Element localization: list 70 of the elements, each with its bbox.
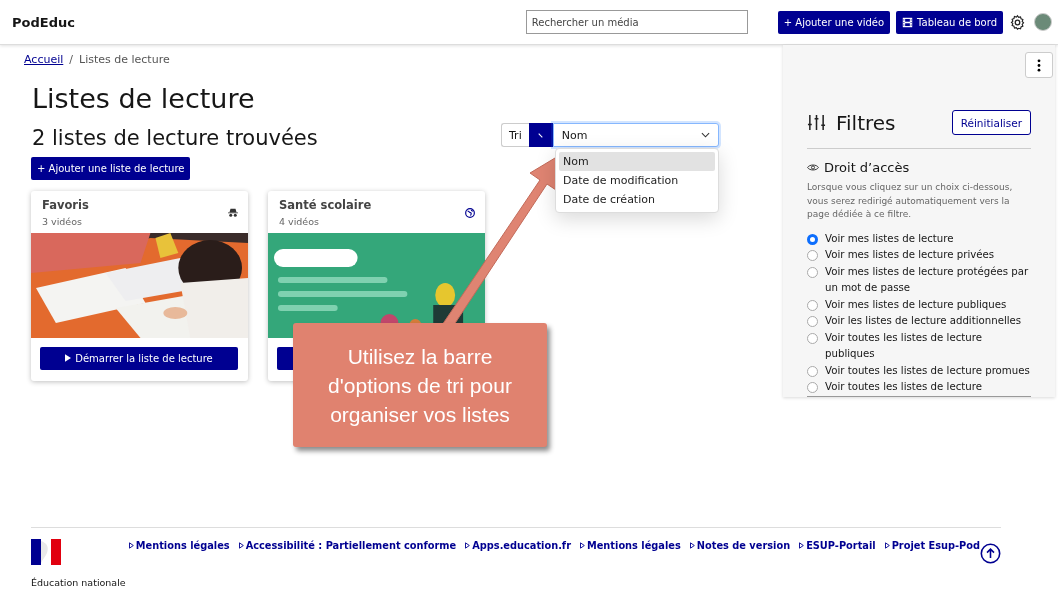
more-options-button[interactable]: [1025, 52, 1053, 78]
filter-option[interactable]: Voir mes listes de lecture protégées par un mot de passe: [825, 263, 1031, 297]
add-playlist-button[interactable]: + Ajouter une liste de lecture: [31, 156, 191, 180]
dropdown-option[interactable]: Date de création: [559, 190, 715, 210]
more-icon: [1037, 58, 1041, 72]
footer-link[interactable]: Mentions légales: [579, 540, 681, 551]
video-count: 3 vidéos: [42, 216, 83, 228]
radio-button[interactable]: [807, 365, 818, 377]
sort-direction-button[interactable]: [528, 123, 553, 148]
radio-button[interactable]: [807, 250, 818, 261]
radio-button[interactable]: [807, 382, 818, 393]
settings-icon[interactable]: [1009, 13, 1026, 31]
card-title[interactable]: Santé scolaire: [279, 198, 372, 213]
video-count: 4 vidéos: [279, 216, 320, 228]
radio-button[interactable]: [807, 332, 818, 344]
filter-option[interactable]: Voir mes listes de lecture: [825, 230, 954, 247]
footer-link[interactable]: Accessibilité : Partiellement conforme: [238, 540, 457, 551]
globe-icon: [465, 207, 475, 218]
add-video-button[interactable]: + Ajouter une vidéo: [777, 10, 891, 34]
results-count: 2 listes de lecture trouvées: [32, 126, 319, 152]
breadcrumb-link[interactable]: Accueil: [24, 53, 64, 66]
triangle-icon: [465, 542, 471, 549]
section-title: Droit d’accès: [824, 160, 910, 175]
incognito-icon: [228, 207, 238, 218]
breadcrumb-current: Listes de lecture: [79, 53, 170, 66]
filter-option[interactable]: Voir mes listes de lecture privées: [825, 247, 995, 264]
marianne-logo: [31, 537, 61, 567]
ministry-name: Éducation nationale: [31, 577, 127, 588]
breadcrumb-separator: /: [69, 53, 73, 66]
start-playlist-button[interactable]: Démarrer la liste de lecture: [40, 346, 238, 370]
chevron-down-icon: [700, 132, 710, 139]
dropdown-option[interactable]: Nom: [559, 152, 715, 172]
filters-title: Filtres: [836, 110, 896, 135]
triangle-icon: [884, 542, 890, 549]
back-to-top-button[interactable]: [980, 543, 1001, 564]
reset-button[interactable]: Réinitialiser: [951, 110, 1031, 135]
radio-button[interactable]: [807, 299, 818, 311]
eye-icon: [807, 163, 819, 172]
footer-link[interactable]: Projet Esup-Pod: [884, 540, 980, 551]
hint-tooltip: Utilisez la barre d'options de tri pour organiser vos listes: [293, 323, 547, 447]
filter-option[interactable]: Voir les listes de lecture additionnelles: [825, 313, 1022, 330]
footer-link[interactable]: ESUP-Portail: [799, 540, 876, 551]
play-icon: [65, 354, 72, 363]
radio-button[interactable]: [807, 316, 818, 327]
filter-option[interactable]: Voir toutes les listes de lecture: [825, 379, 982, 396]
sort-label: Tri: [501, 123, 529, 148]
triangle-icon: [238, 542, 244, 549]
filter-option[interactable]: Voir toutes les listes de lecture promues: [825, 362, 1030, 379]
film-icon: [902, 16, 914, 28]
card-title[interactable]: Favoris: [42, 198, 89, 213]
triangle-icon: [128, 542, 134, 549]
radio-button[interactable]: [807, 266, 818, 278]
page-title: Listes de lecture: [32, 83, 256, 116]
filter-description: Lorsque vous cliquez sur un choix ci-dessous, vous serez redirigé automatiquement vers la page dédiée à ce filtre.: [807, 181, 1014, 221]
triangle-icon: [799, 542, 805, 549]
filter-option[interactable]: Voir toutes les listes de lecture publiques: [825, 329, 1031, 363]
filter-option[interactable]: Voir mes listes de lecture publiques: [825, 296, 1007, 313]
sort-select[interactable]: Nom: [552, 123, 719, 148]
footer-link[interactable]: Notes de version: [689, 540, 791, 551]
user-avatar[interactable]: [1034, 13, 1052, 31]
footer-link[interactable]: Apps.education.fr: [465, 540, 571, 551]
triangle-icon: [579, 542, 585, 549]
sliders-icon: [807, 113, 826, 132]
footer-link[interactable]: Mentions légales: [128, 540, 230, 551]
triangle-icon: [689, 542, 695, 549]
radio-button[interactable]: [807, 233, 818, 245]
search-field[interactable]: Rechercher un média: [525, 10, 748, 34]
dropdown-option[interactable]: Date de modification: [559, 171, 715, 191]
site-logo[interactable]: PodEduc: [12, 14, 75, 30]
dashboard-button[interactable]: Tableau de bord: [896, 10, 1003, 34]
